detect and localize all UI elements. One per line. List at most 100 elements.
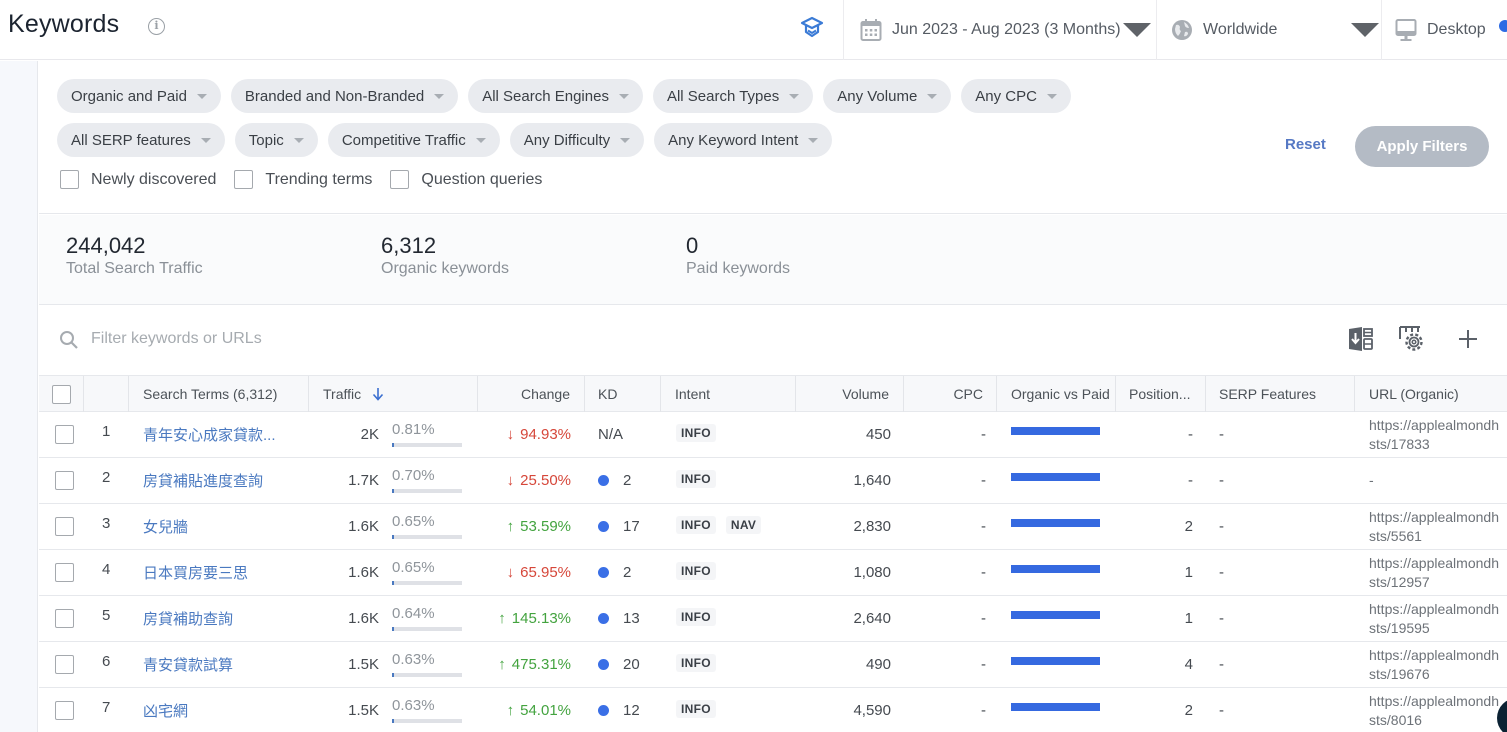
column-organic-vs-paid[interactable]: Organic vs Paid [997, 376, 1116, 412]
newly-discovered-checkbox[interactable]: Newly discovered [60, 170, 216, 189]
device-label: Desktop [1427, 21, 1486, 38]
filter-checkboxes: Newly discovered Trending terms Question… [60, 170, 542, 189]
filter-organic-paid[interactable]: Organic and Paid [57, 79, 221, 113]
row-select-cell [55, 596, 74, 641]
row-position: - [1188, 472, 1193, 489]
keyword-link[interactable]: 女兒牆 [143, 516, 188, 537]
trending-terms-checkbox[interactable]: Trending terms [234, 170, 372, 189]
url-link[interactable]: https://applealmondh sts/5561 [1369, 508, 1507, 546]
row-rank: 6 [102, 653, 111, 670]
question-queries-checkbox[interactable]: Question queries [390, 170, 542, 189]
apply-filters-button[interactable]: Apply Filters [1355, 126, 1489, 167]
filter-volume[interactable]: Any Volume [823, 79, 952, 113]
chevron-down-icon [1351, 23, 1379, 37]
info-icon[interactable]: i [148, 18, 165, 35]
checkbox[interactable] [390, 170, 410, 189]
row-keyword-cell: 日本買房要三思 [143, 550, 293, 595]
column-search-terms[interactable]: Search Terms (6,312) [129, 376, 309, 412]
change-value: 65.95% [520, 564, 571, 581]
row-checkbox[interactable] [55, 563, 74, 582]
checkbox[interactable] [60, 170, 79, 189]
row-kd: 17 [598, 504, 640, 549]
filter-competitive-traffic[interactable]: Competitive Traffic [327, 123, 500, 157]
url-link[interactable]: https://applealmondh sts/12957 [1369, 554, 1507, 592]
column-volume[interactable]: Volume [796, 376, 904, 412]
column-traffic[interactable]: Traffic [309, 376, 478, 412]
column-kd[interactable]: KD [585, 376, 661, 412]
keyword-link[interactable]: 凶宅網 [143, 700, 188, 721]
traffic-share-bar [392, 673, 462, 677]
date-range-selector[interactable]: Jun 2023 - Aug 2023 (3 Months) [860, 0, 1151, 60]
row-rank: 1 [102, 423, 111, 440]
select-all-checkbox[interactable] [51, 384, 71, 404]
filter-keyword-intent[interactable]: Any Keyword Intent [654, 123, 833, 157]
organic-vs-paid-bar [1011, 519, 1100, 527]
intent-badge: INFO [676, 423, 716, 442]
row-checkbox[interactable] [55, 471, 74, 490]
keyword-link[interactable]: 青年安心成家貸款... [143, 424, 276, 445]
filter-topic[interactable]: Topic [234, 123, 318, 157]
url-link[interactable]: https://applealmondh sts/19595 [1369, 600, 1507, 638]
reset-button[interactable]: Reset [1285, 136, 1326, 153]
keyword-link[interactable]: 青安貸款試算 [143, 654, 233, 675]
row-checkbox[interactable] [55, 701, 74, 720]
globe-icon [1172, 20, 1192, 40]
column-url-organic[interactable]: URL (Organic) [1355, 376, 1507, 412]
add-icon[interactable] [1457, 328, 1479, 350]
academy-graduation-cap-icon[interactable] [798, 14, 826, 42]
traffic-share-fill [392, 627, 394, 631]
column-settings-gear-icon[interactable] [1398, 325, 1426, 353]
traffic-share-fill [392, 719, 394, 723]
filter-search-engines[interactable]: All Search Engines [468, 79, 643, 113]
row-keyword-cell: 青年安心成家貸款... [143, 412, 293, 457]
column-change[interactable]: Change [478, 376, 585, 412]
url-link[interactable]: - [1369, 471, 1507, 490]
row-checkbox[interactable] [55, 655, 74, 674]
traffic-share-fill [392, 443, 395, 447]
row-checkbox[interactable] [55, 517, 74, 536]
url-link[interactable]: https://applealmondh sts/8016 [1369, 692, 1507, 730]
chevron-down-icon [1122, 23, 1151, 37]
row-rank: 5 [102, 607, 111, 624]
keyword-link[interactable]: 房貸補助查詢 [143, 608, 233, 629]
caret-down-icon [789, 93, 800, 99]
row-checkbox[interactable] [55, 425, 74, 444]
url-link[interactable]: https://applealmondh sts/19676 [1369, 646, 1507, 684]
region-selector[interactable]: Worldwide [1171, 0, 1381, 60]
row-checkbox[interactable] [55, 609, 74, 628]
traffic-share-percent: 0.64% [392, 605, 435, 622]
kd-difficulty-dot-icon [598, 521, 609, 532]
row-keyword-cell: 凶宅網 [143, 688, 293, 732]
row-serp-features: - [1219, 564, 1224, 581]
column-position[interactable]: Position... [1116, 376, 1206, 412]
column-cpc[interactable]: CPC [904, 376, 997, 412]
url-line: sts/17833 [1369, 435, 1430, 452]
column-serp-features[interactable]: SERP Features [1206, 376, 1355, 412]
keyword-link[interactable]: 房貸補貼進度查詢 [143, 470, 263, 491]
device-selector[interactable]: Desktop [1395, 0, 1486, 60]
caret-down-icon [196, 93, 207, 99]
keyword-filter-input[interactable] [91, 326, 491, 352]
row-position: 2 [1184, 702, 1193, 719]
filter-cpc[interactable]: Any CPC [961, 79, 1071, 113]
checkbox[interactable] [234, 170, 254, 189]
filter-serp-features[interactable]: All SERP features [57, 123, 225, 157]
export-excel-icon[interactable] [1347, 325, 1375, 353]
table-row: 5 房貸補助查詢 1.6K 0.64% ↑ 145.13% 13 INFO 2,6… [39, 596, 1507, 642]
row-volume: 4,590 [853, 702, 891, 719]
filter-difficulty[interactable]: Any Difficulty [509, 123, 645, 157]
kd-difficulty-dot-icon [598, 705, 609, 716]
caret-down-icon [293, 137, 304, 143]
intent-badge: INFO [676, 561, 716, 580]
intent-badge: INFO [676, 699, 716, 718]
traffic-share-fill [392, 535, 394, 539]
kd-value: 2 [623, 472, 632, 489]
keyword-link[interactable]: 日本買房要三思 [143, 562, 248, 583]
organic-vs-paid-bar [1011, 703, 1100, 711]
filter-search-types[interactable]: All Search Types [652, 79, 814, 113]
traffic-share-percent: 0.70% [392, 467, 435, 484]
column-intent[interactable]: Intent [661, 376, 796, 412]
url-link[interactable]: https://applealmondh sts/17833 [1369, 416, 1507, 454]
filter-label: Any Difficulty [523, 131, 611, 149]
filter-branded[interactable]: Branded and Non-Branded [230, 79, 459, 113]
